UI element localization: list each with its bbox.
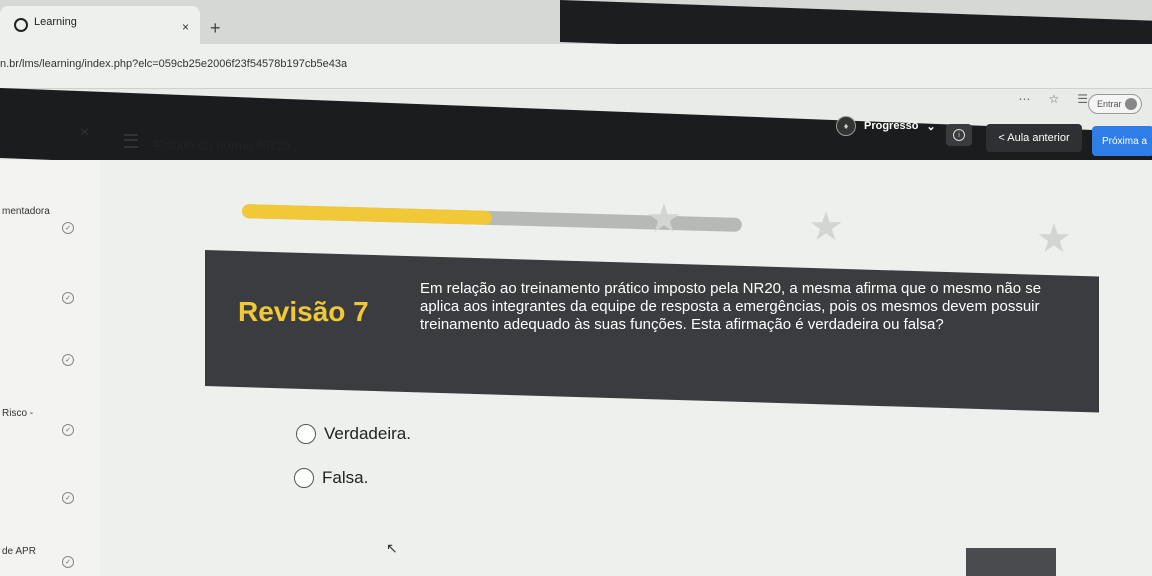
mouse-cursor-icon: ↖ (386, 540, 398, 556)
check-icon: ✓ (62, 492, 74, 504)
info-icon: i (953, 129, 965, 141)
close-icon[interactable]: × (80, 124, 89, 142)
chevron-down-icon: ⌄ (926, 120, 936, 133)
sidebar-item-label[interactable]: Risco - (2, 408, 33, 419)
url-text[interactable]: n.br/lms/learning/index.php?elc=059cb25e… (0, 58, 347, 70)
extensions-icon[interactable]: ⋯ (1018, 92, 1030, 106)
favorites-list-icon[interactable]: ☰ (1077, 92, 1088, 106)
course-title: Estudo da norma NR20 (154, 138, 290, 153)
lesson-sidebar (0, 160, 101, 576)
browser-tab[interactable]: Learning × (0, 6, 200, 44)
bottom-action-button[interactable] (966, 548, 1056, 576)
login-button[interactable]: Entrar (1088, 94, 1142, 114)
star-icon: ★ (646, 197, 682, 241)
radio-button[interactable] (296, 424, 316, 444)
favorite-star-icon[interactable]: ☆ (1048, 92, 1059, 106)
progress-label: Progresso (864, 120, 919, 132)
trophy-icon: ♦ (836, 116, 856, 136)
question-text: Em relação ao treinamento prático impost… (420, 280, 1042, 333)
option-label: Verdadeira. (324, 424, 411, 443)
previous-lesson-label: < Aula anterior (998, 132, 1070, 144)
option-false[interactable]: Falsa. (294, 468, 368, 488)
question-title: Revisão 7 (238, 296, 369, 327)
menu-icon[interactable] (124, 134, 138, 148)
sidebar-item-label[interactable]: mentadora (2, 206, 50, 217)
info-button[interactable]: i (946, 124, 972, 146)
tab-title: Learning (34, 16, 77, 28)
star-icon: ★ (1036, 217, 1072, 261)
address-bar[interactable]: n.br/lms/learning/index.php?elc=059cb25e… (0, 44, 1152, 89)
check-icon: ✓ (62, 354, 74, 366)
previous-lesson-button[interactable]: < Aula anterior (986, 124, 1082, 152)
new-tab-button[interactable]: + (210, 18, 221, 39)
progress-button[interactable]: ♦ Progresso ⌄ (836, 116, 936, 136)
check-icon: ✓ (62, 292, 74, 304)
login-label: Entrar (1097, 99, 1122, 109)
check-icon: ✓ (62, 222, 74, 234)
avatar-icon (1125, 98, 1137, 110)
radio-button[interactable] (294, 468, 314, 488)
option-true[interactable]: Verdadeira. (296, 424, 411, 444)
tab-close-icon[interactable]: × (182, 20, 189, 34)
check-icon: ✓ (62, 424, 74, 436)
tab-favicon-icon (14, 18, 28, 32)
option-label: Falsa. (322, 468, 369, 487)
check-icon: ✓ (62, 556, 74, 568)
next-lesson-label: Próxima a (1102, 135, 1148, 147)
sidebar-item-label[interactable]: de APR (2, 546, 36, 557)
browser-actions: ⋯ ☆ ☰ (1018, 92, 1088, 106)
next-lesson-button[interactable]: Próxima a (1092, 126, 1152, 156)
star-icon: ★ (808, 205, 844, 249)
